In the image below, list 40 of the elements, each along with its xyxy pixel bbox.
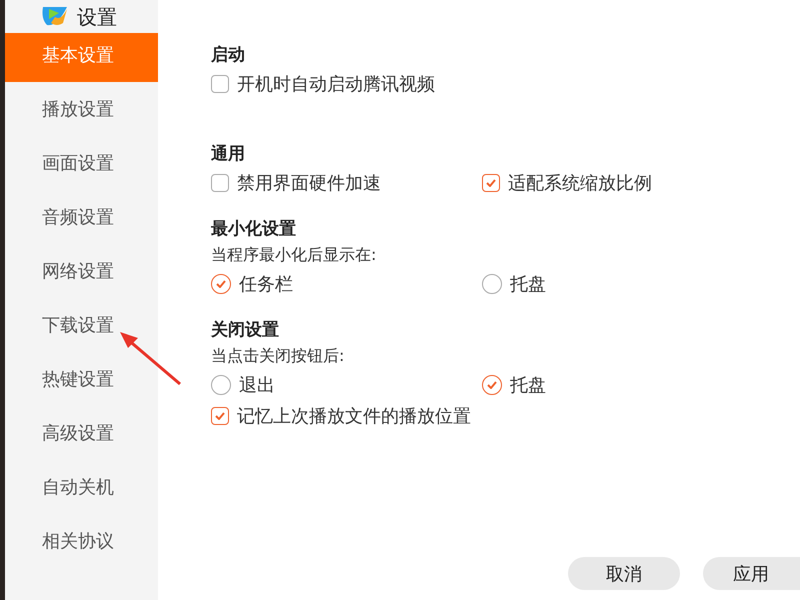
sidebar-item[interactable]: 下载设置 [5, 303, 158, 357]
option-label: 适配系统缩放比例 [508, 172, 652, 194]
sidebar-item[interactable]: 播放设置 [5, 87, 158, 141]
option-label: 托盘 [510, 272, 546, 296]
sidebar-item[interactable]: 自动关机 [5, 465, 158, 519]
dialog-button[interactable]: 应用 [703, 557, 800, 590]
option-label: 退出 [239, 374, 275, 396]
checkbox[interactable] [211, 174, 229, 192]
annotation-arrow [118, 330, 182, 386]
checkbox[interactable] [211, 406, 229, 424]
sidebar-item[interactable]: 高级设置 [5, 411, 158, 465]
dialog-button[interactable]: 取消 [568, 557, 680, 590]
radio-button[interactable] [211, 374, 231, 394]
checkbox[interactable] [482, 174, 500, 192]
window-title: 设置 [77, 4, 117, 28]
sidebar-item[interactable]: 画面设置 [5, 141, 158, 195]
option-label: 记忆上次播放文件的播放位置 [237, 404, 471, 428]
sidebar-item[interactable]: 相关协议 [5, 519, 158, 573]
sidebar-item[interactable]: 网络设置 [5, 249, 158, 303]
sidebar-item[interactable]: 音频设置 [5, 195, 158, 249]
description-text: 当程序最小化后显示在: [211, 244, 378, 266]
option-label: 任务栏 [239, 272, 293, 296]
check-icon [216, 280, 226, 288]
section-title: 通用 [211, 143, 246, 166]
radio-button[interactable] [211, 274, 231, 294]
checkbox[interactable] [211, 74, 229, 92]
section-title: 关闭设置 [211, 319, 280, 342]
sidebar-item[interactable]: 热键设置 [5, 357, 158, 411]
radio-button[interactable] [482, 274, 502, 294]
option-label: 禁用界面硬件加速 [237, 172, 381, 194]
check-icon [487, 380, 497, 388]
check-icon [486, 178, 496, 186]
section-title: 最小化设置 [211, 218, 297, 241]
option-label: 开机时自动启动腾讯视频 [237, 72, 435, 96]
logo-icon [41, 6, 69, 26]
radio-button[interactable] [482, 374, 502, 394]
section-title: 启动 [211, 44, 246, 67]
description-text: 当点击关闭按钮后: [211, 345, 346, 367]
check-icon [215, 412, 225, 420]
option-label: 托盘 [510, 374, 546, 396]
